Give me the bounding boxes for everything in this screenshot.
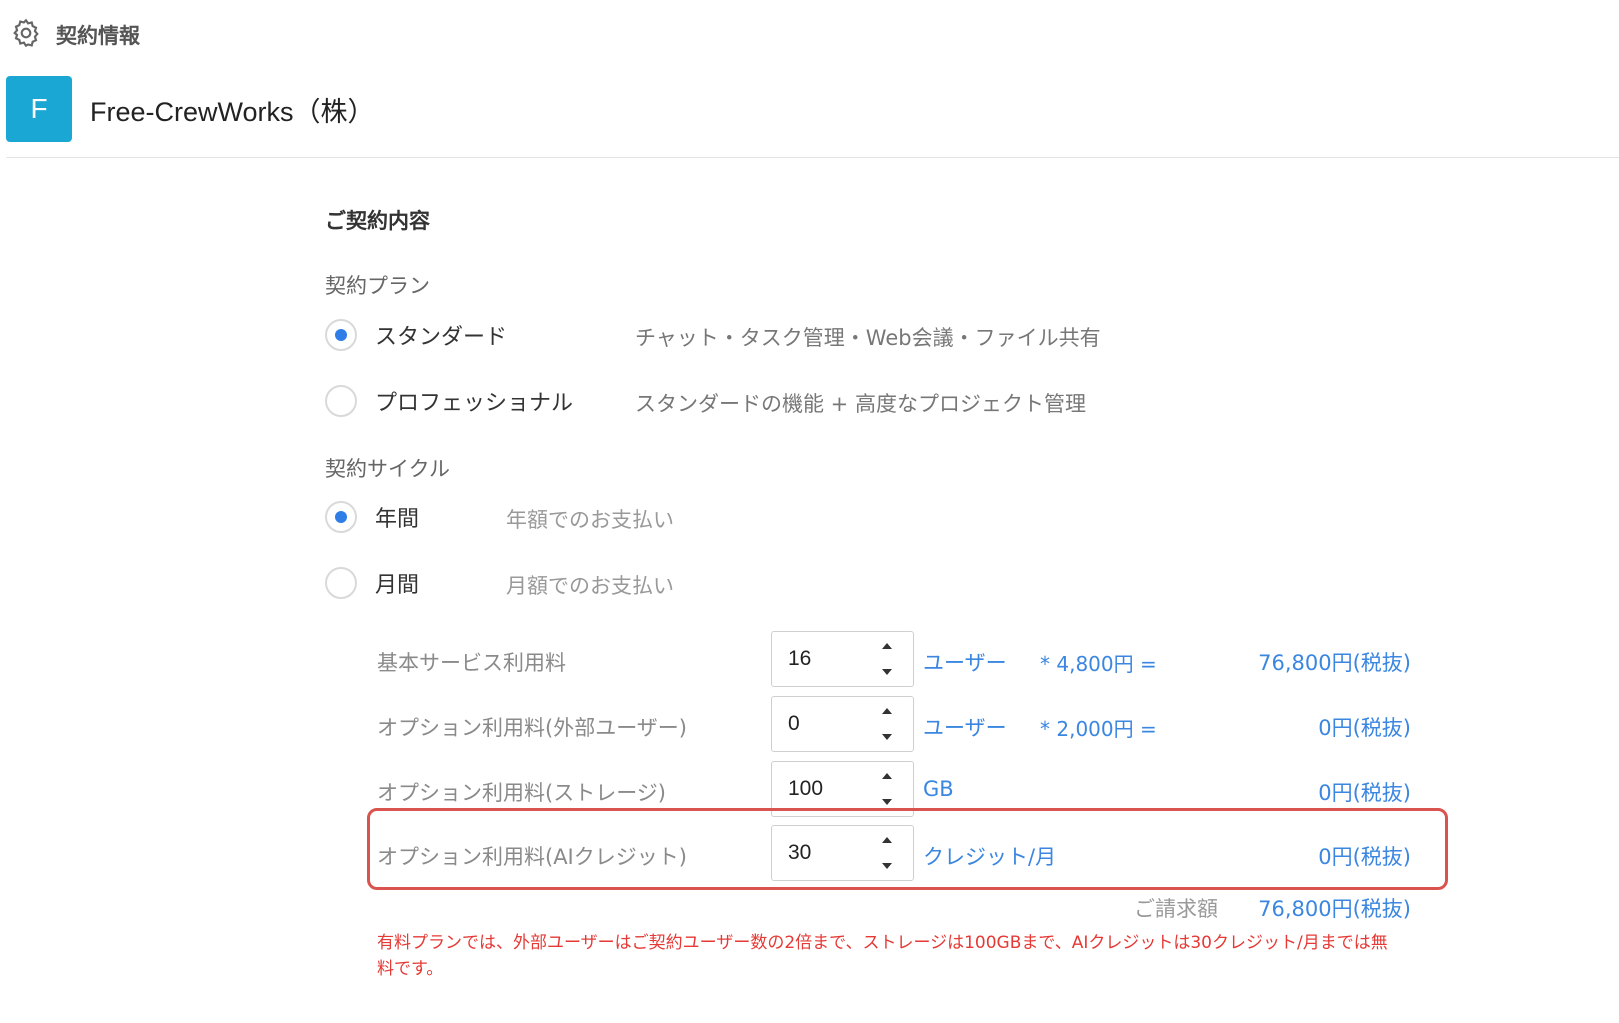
cycle-desc-yearly: 年額でのお支払い — [506, 508, 674, 532]
plan-label-professional: プロフェッショナル — [375, 391, 574, 416]
fee-unit-storage: GB — [923, 777, 954, 801]
cycle-option-yearly[interactable]: 年間 — [325, 498, 419, 536]
stepper-down-icon[interactable] — [880, 859, 894, 873]
stepper-value[interactable]: 16 — [788, 647, 811, 671]
stepper-up-icon[interactable] — [880, 640, 894, 654]
radio-yearly[interactable] — [325, 501, 357, 533]
stepper-down-icon[interactable] — [880, 730, 894, 744]
fee-amount-basic: 76,800円(税抜) — [1258, 651, 1411, 675]
cycle-desc-monthly: 月額でのお支払い — [506, 574, 674, 598]
fee-unit-ai-credit: クレジット/月 — [923, 845, 1057, 869]
fee-amount-storage: 0円(税抜) — [1318, 781, 1411, 805]
gear-icon[interactable] — [10, 17, 42, 53]
fee-unit-external-users: ユーザー — [923, 716, 1007, 740]
stepper-up-icon[interactable] — [880, 770, 894, 784]
plan-desc-standard: チャット・タスク管理・Web会議・ファイル共有 — [635, 326, 1101, 350]
fee-label-ai-credit: オプション利用料(AIクレジット) — [377, 845, 687, 869]
company-header: F Free-CrewWorks（株） — [6, 76, 375, 142]
fee-amount-ai-credit: 0円(税抜) — [1318, 845, 1411, 869]
stepper-value[interactable]: 0 — [788, 712, 800, 736]
stepper-down-icon[interactable] — [880, 665, 894, 679]
radio-standard[interactable] — [325, 319, 357, 351]
fee-price-basic: * 4,800円 = — [1040, 652, 1157, 676]
divider — [6, 157, 1619, 158]
cycle-label-yearly: 年間 — [375, 507, 420, 532]
contract-section-title: ご契約内容 — [325, 209, 430, 233]
billing-amount: 76,800円(税抜) — [1258, 897, 1411, 921]
fee-price-external-users: * 2,000円 = — [1040, 717, 1157, 741]
billing-label: ご請求額 — [1134, 897, 1218, 921]
quantity-stepper-basic[interactable]: 16 — [771, 631, 914, 687]
fee-amount-external-users: 0円(税抜) — [1318, 716, 1411, 740]
free-tier-note: 有料プランでは、外部ユーザーはご契約ユーザー数の2倍まで、ストレージは100GB… — [377, 933, 1388, 979]
fee-label-basic: 基本サービス利用料 — [377, 651, 566, 675]
quantity-stepper-external-users[interactable]: 0 — [771, 696, 914, 752]
plan-option-standard[interactable]: スタンダード — [325, 316, 507, 354]
fee-label-external-users: オプション利用料(外部ユーザー) — [377, 716, 687, 740]
page-header: 契約情報 — [10, 18, 140, 52]
stepper-up-icon[interactable] — [880, 705, 894, 719]
quantity-stepper-ai-credit[interactable]: 30 — [771, 825, 914, 881]
fee-unit-basic: ユーザー — [923, 651, 1007, 675]
cycle-option-monthly[interactable]: 月間 — [325, 564, 419, 602]
plan-group-label: 契約プラン — [325, 274, 430, 298]
plan-option-professional[interactable]: プロフェッショナル — [325, 382, 573, 420]
cycle-group-label: 契約サイクル — [325, 457, 450, 481]
cycle-label-monthly: 月間 — [375, 573, 420, 598]
company-name: Free-CrewWorks（株） — [90, 96, 375, 127]
stepper-down-icon[interactable] — [880, 795, 894, 809]
company-avatar: F — [6, 76, 72, 142]
stepper-up-icon[interactable] — [880, 834, 894, 848]
radio-monthly[interactable] — [325, 567, 357, 599]
page-title: 契約情報 — [56, 24, 140, 48]
plan-desc-professional: スタンダードの機能 + 高度なプロジェクト管理 — [635, 392, 1086, 416]
stepper-value[interactable]: 30 — [788, 841, 811, 865]
fee-label-storage: オプション利用料(ストレージ) — [377, 781, 666, 805]
radio-professional[interactable] — [325, 385, 357, 417]
plan-label-standard: スタンダード — [375, 325, 508, 350]
stepper-value[interactable]: 100 — [788, 777, 823, 801]
